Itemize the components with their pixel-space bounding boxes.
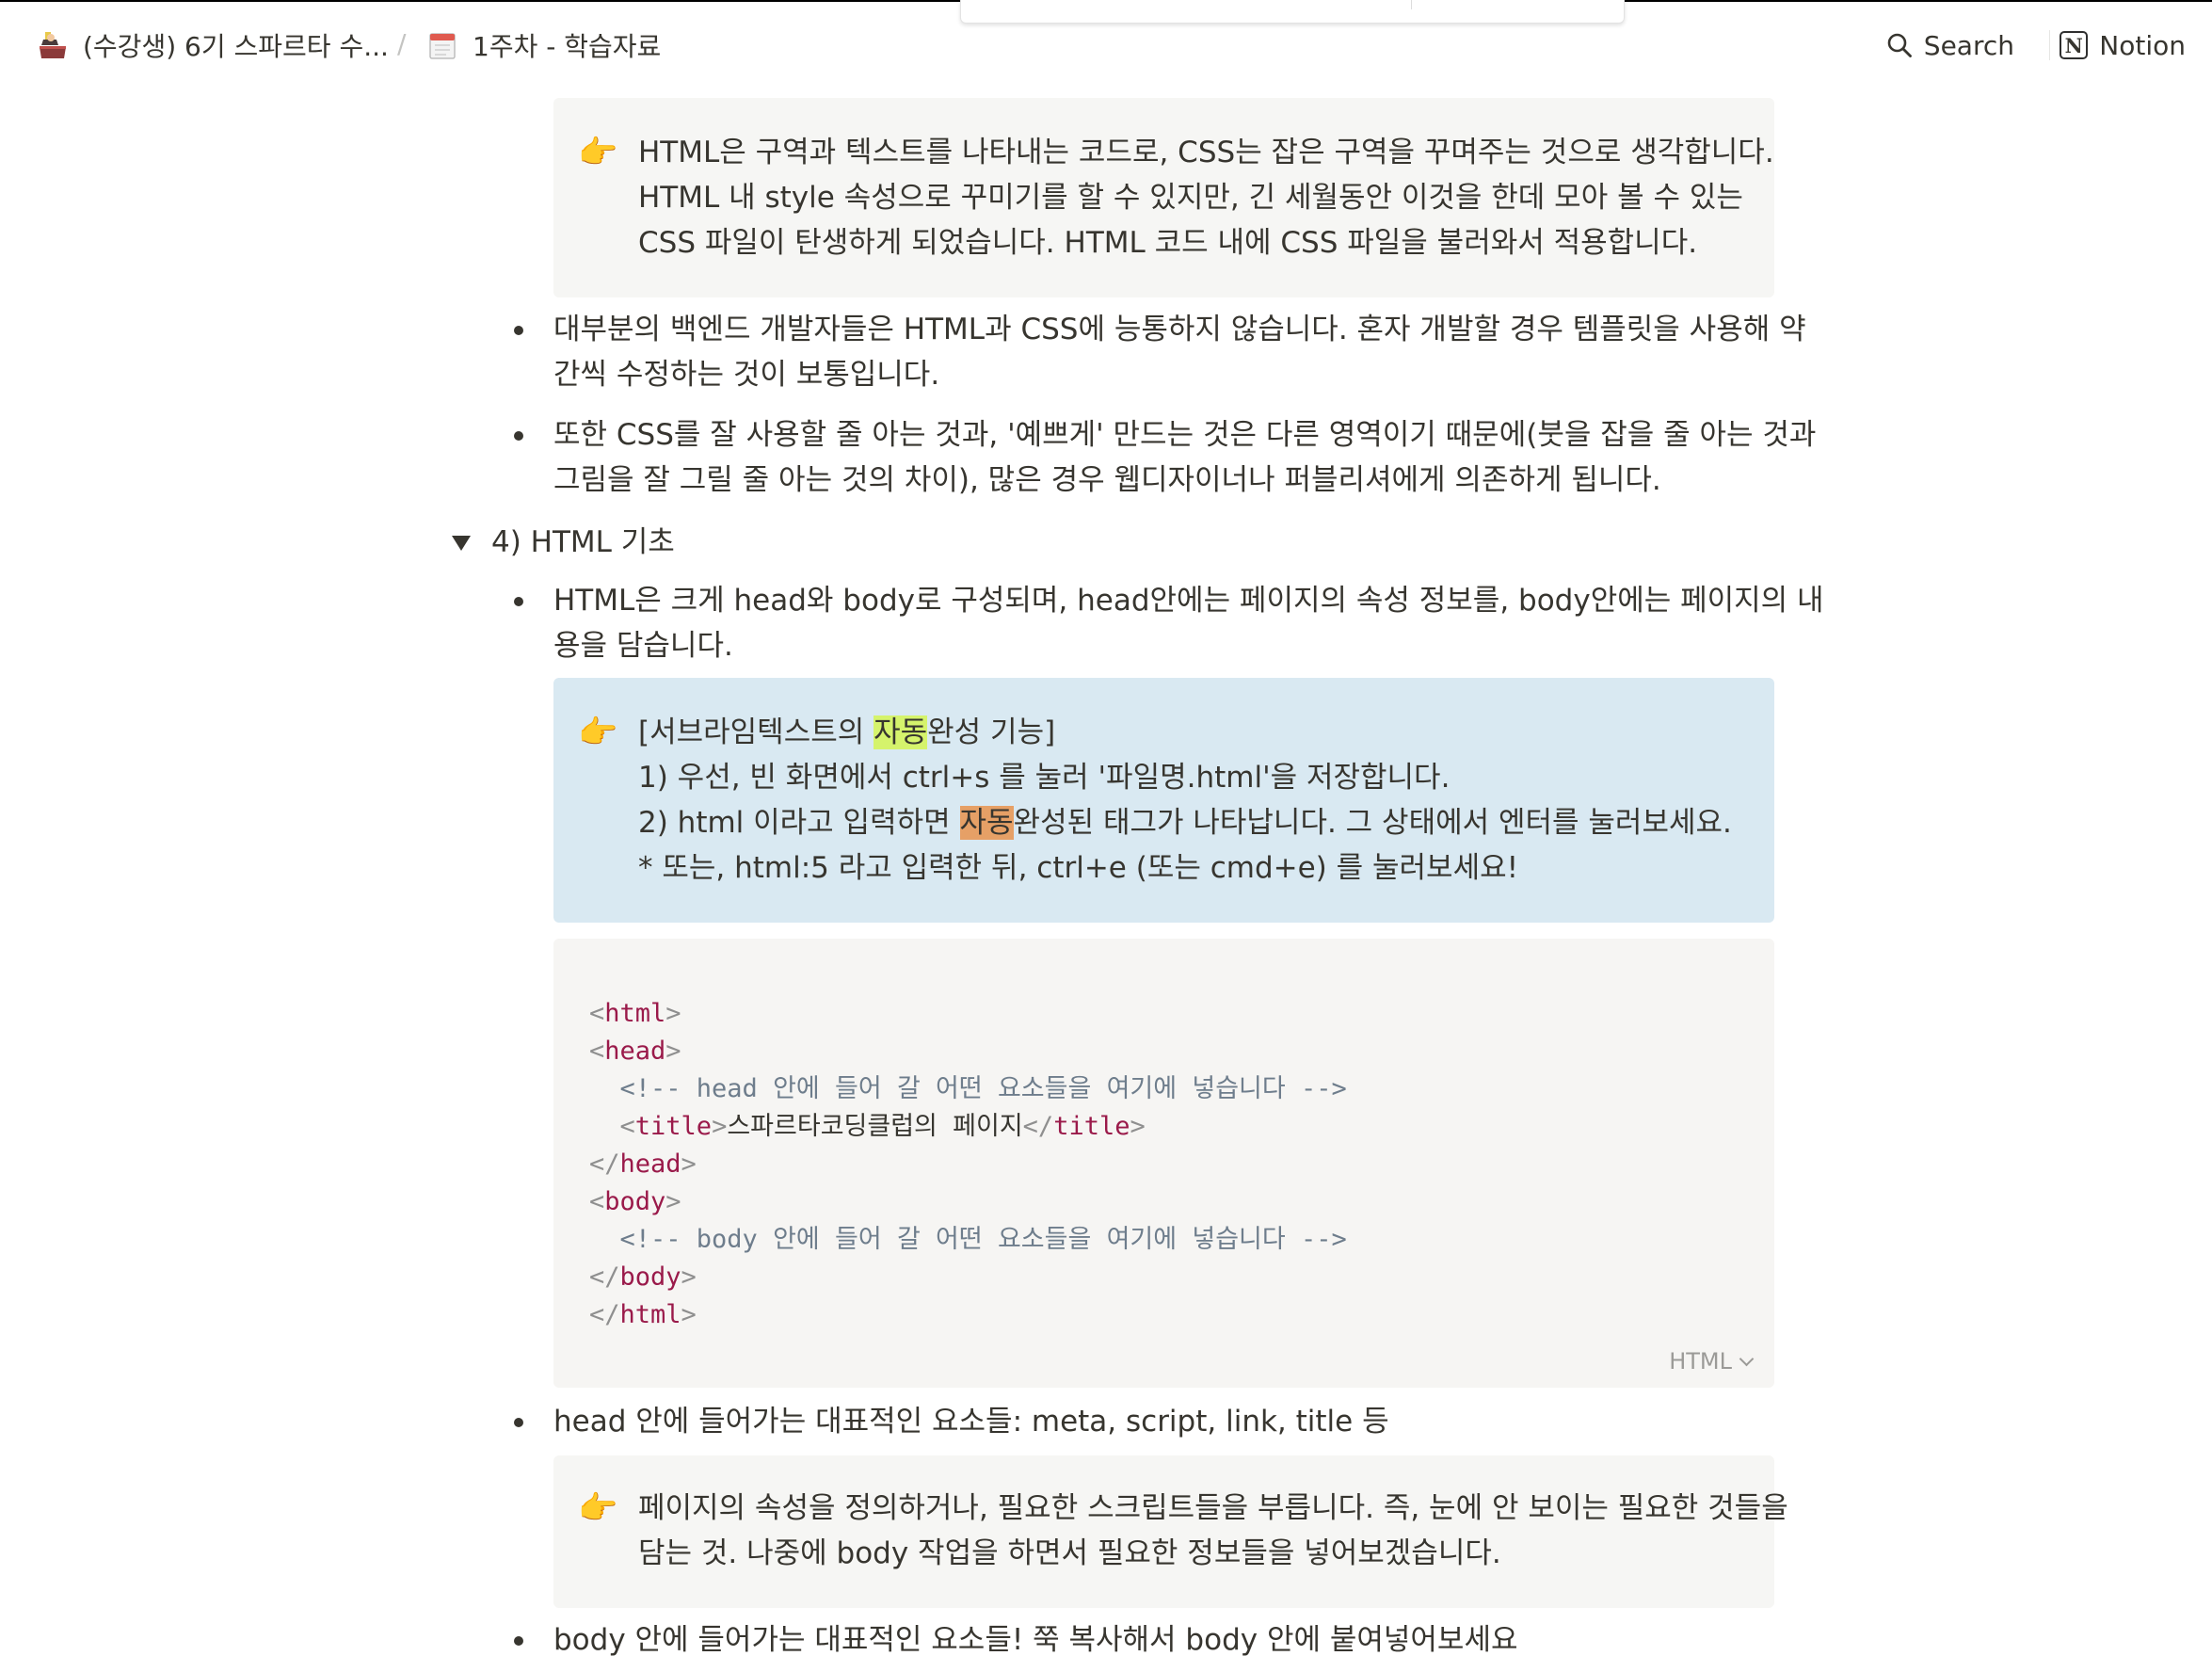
list-item-line: 그림을 잘 그릴 줄 아는 것의 차이), 많은 경우 웹디자이너나 퍼블리셔에… xyxy=(553,463,1661,497)
callout-line: 페이지의 속성을 정의하거나, 필요한 스크립트들을 부릅니다. 즉, 눈에 안… xyxy=(638,1491,1788,1525)
highlight-yellow: 자동 xyxy=(874,715,928,749)
code-text[interactable]: <html> <head> <!-- head 안에 들어 갈 어떤 요소들을 … xyxy=(589,995,1347,1334)
text-span: 2) html 이라고 입력하면 xyxy=(638,806,960,840)
code-tag: head xyxy=(604,1037,666,1066)
list-item-text: HTML은 크게 head와 body로 구성되며, head안에는 페이지의 … xyxy=(553,578,1834,668)
bullet-dot xyxy=(514,1418,523,1427)
list-item-line: 대부분의 백엔드 개발자들은 HTML과 CSS에 능통하지 않습니다. 혼자 … xyxy=(553,313,1806,346)
toggle-triangle-icon[interactable] xyxy=(452,536,471,551)
calendar-icon xyxy=(429,33,456,59)
code-block[interactable]: <html> <head> <!-- head 안에 들어 갈 어떤 요소들을 … xyxy=(553,939,1774,1388)
text-span: [서브라임텍스트의 xyxy=(638,715,874,749)
breadcrumb-page[interactable]: 1주차 - 학습자료 xyxy=(425,26,661,64)
search-label: Search xyxy=(1923,29,2014,61)
callout-line: CSS 파일이 탄생하게 되었습니다. HTML 코드 내에 CSS 파일을 불… xyxy=(638,226,1698,260)
search-button[interactable]: Search xyxy=(1886,26,2014,64)
callout-text: 페이지의 속성을 정의하거나, 필요한 스크립트들을 부릅니다. 즉, 눈에 안… xyxy=(638,1486,1788,1576)
callout-line: 1) 우선, 빈 화면에서 ctrl+s 를 눌러 '파일명.html'을 저장… xyxy=(638,761,1451,795)
list-item-text: body 안에 들어가는 대표적인 요소들! 쭉 복사해서 body 안에 붙여… xyxy=(553,1623,1518,1657)
list-item-text: head 안에 들어가는 대표적인 요소들: meta, script, lin… xyxy=(553,1405,1389,1439)
list-item-line: 간씩 수정하는 것이 보통입니다. xyxy=(553,358,940,392)
callout-line: * 또는, html:5 라고 입력한 뒤, ctrl+e (또는 cmd+e)… xyxy=(638,851,1519,885)
topbar-divider xyxy=(2049,30,2050,60)
list-item-line: HTML은 크게 head와 body로 구성되며, head안에는 페이지의 … xyxy=(553,584,1824,618)
code-tag: html xyxy=(604,999,666,1028)
callout-html-css[interactable]: 👉 HTML은 구역과 텍스트를 나타내는 코드로, CSS는 잡은 구역을 꾸… xyxy=(553,98,1774,297)
notion-button[interactable]: N Notion xyxy=(2060,26,2186,64)
highlight-orange: 자동 xyxy=(959,806,1014,840)
bullet-dot xyxy=(514,597,523,606)
breadcrumb-workspace[interactable]: (수강생) 6기 스파르타 수... xyxy=(36,26,389,64)
callout-text: HTML은 구역과 텍스트를 나타내는 코드로, CSS는 잡은 구역을 꾸며주… xyxy=(638,130,1774,265)
callout-sublime-autocomplete[interactable]: 👉 [서브라임텍스트의 자동완성 기능] 1) 우선, 빈 화면에서 ctrl+… xyxy=(553,678,1774,923)
page-title: 1주차 - 학습자료 xyxy=(473,31,662,62)
toggle-label: 4) HTML 기초 xyxy=(491,525,675,559)
bullet-dot xyxy=(514,1636,523,1646)
list-item-text: 또한 CSS를 잘 사용할 줄 아는 것과, '예쁘게' 만드는 것은 다른 영… xyxy=(553,412,1834,503)
callout-head-elements[interactable]: 👉 페이지의 속성을 정의하거나, 필요한 스크립트들을 부릅니다. 즉, 눈에… xyxy=(553,1455,1788,1608)
code-comment: <!-- body 안에 들어 갈 어떤 요소들을 여기에 넣습니다 --> xyxy=(619,1225,1347,1254)
callout-line: 2) html 이라고 입력하면 자동완성된 태그가 나타납니다. 그 상태에서… xyxy=(638,800,1746,845)
list-item-text: 대부분의 백엔드 개발자들은 HTML과 CSS에 능통하지 않습니다. 혼자 … xyxy=(553,307,1834,397)
pointing-hand-icon: 👉 xyxy=(578,714,618,751)
list-item-line: 용을 담습니다. xyxy=(553,629,733,663)
top-bar: (수강생) 6기 스파르타 수... / 1주차 - 학습자료 Search N… xyxy=(0,21,2212,72)
panel-divider xyxy=(1411,0,1412,9)
workspace-icon xyxy=(40,32,66,58)
notion-label: Notion xyxy=(2099,29,2186,61)
callout-line: HTML은 구역과 텍스트를 나타내는 코드로, CSS는 잡은 구역을 꾸며주… xyxy=(638,136,1774,169)
pointing-hand-icon: 👉 xyxy=(578,134,618,171)
callout-line: [서브라임텍스트의 자동완성 기능] xyxy=(638,710,1746,755)
code-tag: head xyxy=(619,1150,681,1179)
text-span: 완성된 태그가 나타납니다. 그 상태에서 엔터를 눌러보세요. xyxy=(1013,806,1732,840)
callout-line: 담는 것. 나중에 body 작업을 하면서 필요한 정보들을 넣어보겠습니다. xyxy=(638,1536,1501,1570)
callout-text: [서브라임텍스트의 자동완성 기능] 1) 우선, 빈 화면에서 ctrl+s … xyxy=(638,710,1746,891)
notion-logo-icon: N xyxy=(2060,31,2089,59)
callout-line: HTML 내 style 속성으로 꾸미기를 할 수 있지만, 긴 세월동안 이… xyxy=(638,181,1743,215)
pointing-hand-icon: 👉 xyxy=(578,1489,618,1527)
toggle-html-basics[interactable]: 4) HTML 기초 xyxy=(452,520,675,565)
code-tag: title xyxy=(634,1112,713,1141)
bullet-dot xyxy=(514,326,523,335)
code-language-label: HTML xyxy=(1669,1348,1732,1375)
code-language-select[interactable]: HTML xyxy=(1669,1348,1755,1375)
code-tag: title xyxy=(1053,1112,1130,1141)
code-comment: <!-- head 안에 들어 갈 어떤 요소들을 여기에 넣습니다 --> xyxy=(619,1074,1347,1103)
code-tag: body xyxy=(604,1187,666,1216)
text-span: 완성 기능] xyxy=(927,715,1056,749)
bullet-dot xyxy=(514,431,523,441)
chevron-down-icon xyxy=(1739,1351,1755,1366)
workspace-title: (수강생) 6기 스파르타 수... xyxy=(83,31,389,62)
list-item-line: 또한 CSS를 잘 사용할 줄 아는 것과, '예쁘게' 만드는 것은 다른 영… xyxy=(553,418,1817,452)
code-title-text: 스파르타코딩클럽의 페이지 xyxy=(727,1112,1023,1141)
code-tag: html xyxy=(619,1300,681,1329)
breadcrumb-separator: / xyxy=(397,28,407,59)
code-tag: body xyxy=(619,1262,681,1292)
search-icon xyxy=(1887,33,1912,57)
